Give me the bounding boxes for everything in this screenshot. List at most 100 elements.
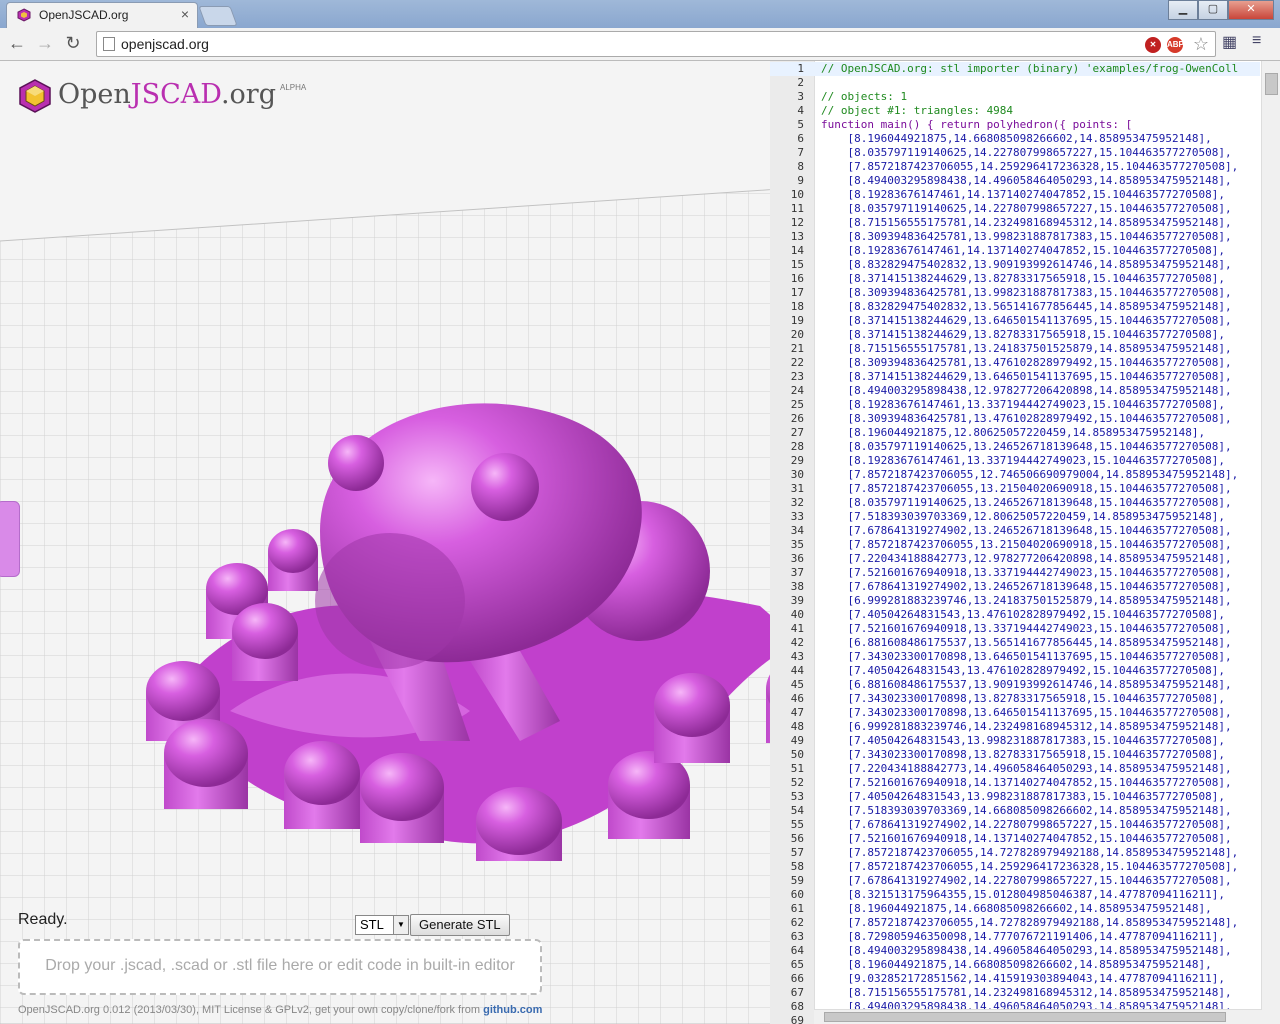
dropzone-text: Drop your .jscad, .scad or .stl file her…	[45, 957, 515, 974]
generate-stl-button[interactable]: Generate STL	[410, 914, 510, 936]
code-line[interactable]: 44 [7.40504264831543,13.476102828979492,…	[770, 664, 1260, 678]
viewer-canvas[interactable]	[0, 61, 770, 1024]
code-line[interactable]: 32 [8.035797119140625,13.246526718139648…	[770, 496, 1260, 510]
code-line[interactable]: 21 [8.715156555175781,13.241837501525879…	[770, 342, 1260, 356]
openjscad-logo[interactable]: OpenJSCAD.org ALPHA	[18, 79, 306, 113]
code-line[interactable]: 26 [8.309394836425781,13.476102828979492…	[770, 412, 1260, 426]
scroll-thumb-h[interactable]	[824, 1012, 1226, 1022]
code-line[interactable]: 61 [8.196044921875,14.668085098266602,14…	[770, 902, 1260, 916]
code-line[interactable]: 11 [8.035797119140625,14.227807998657227…	[770, 202, 1260, 216]
code-line[interactable]: 29 [8.19283676147461,13.337194442749023,…	[770, 454, 1260, 468]
minimize-button[interactable]: ▁	[1168, 0, 1198, 20]
scroll-thumb[interactable]	[1265, 73, 1278, 95]
line-number: 60	[790, 888, 804, 901]
code-line[interactable]: 37 [7.521601676940918,13.337194442749023…	[770, 566, 1260, 580]
github-link[interactable]: github.com	[483, 1004, 542, 1016]
code-editor[interactable]: 1 // OpenJSCAD.org: stl importer (binary)…	[770, 61, 1280, 1024]
code-line[interactable]: 4 // object #1: triangles: 4984	[770, 104, 1260, 118]
editor-vertical-scrollbar[interactable]	[1261, 61, 1280, 1024]
code-line[interactable]: 47 [7.343023300170898,13.646501541137695…	[770, 706, 1260, 720]
code-line[interactable]: 64 [8.494003295898438,14.496058464050293…	[770, 944, 1260, 958]
code-line[interactable]: 19 [8.371415138244629,13.646501541137695…	[770, 314, 1260, 328]
menu-icon[interactable]: ≡	[1252, 32, 1261, 50]
code-line[interactable]: 17 [8.309394836425781,13.998231887817383…	[770, 286, 1260, 300]
code-line[interactable]: 41 [7.521601676940918,13.337194442749023…	[770, 622, 1260, 636]
code-text: [8.196044921875,12.80625057220459,14.858…	[821, 426, 1206, 439]
code-line[interactable]: 20 [8.371415138244629,13.82783317565918,…	[770, 328, 1260, 342]
viewer-panel[interactable]: OpenJSCAD.org ALPHA Ready. STL ▼ Generat…	[0, 61, 770, 1024]
forward-arrow-icon[interactable]: →	[34, 32, 56, 54]
code-line[interactable]: 9 [8.494003295898438,14.496058464050293,…	[770, 174, 1260, 188]
code-line[interactable]: 16 [8.371415138244629,13.82783317565918,…	[770, 272, 1260, 286]
code-line[interactable]: 60 [8.321513175964355,15.012804985046387…	[770, 888, 1260, 902]
code-line[interactable]: 24 [8.494003295898438,12.978277206420898…	[770, 384, 1260, 398]
code-text: [8.196044921875,14.668085098266602,14.85…	[821, 902, 1212, 915]
code-line[interactable]: 14 [8.19283676147461,14.137140274047852,…	[770, 244, 1260, 258]
close-window-button[interactable]: ✕	[1228, 0, 1274, 20]
code-line[interactable]: 15 [8.832829475402832,13.909193992614746…	[770, 258, 1260, 272]
code-line[interactable]: 35 [7.8572187423706055,13.21504020690918…	[770, 538, 1260, 552]
code-line[interactable]: 66 [9.032852172851562,14.415919303894043…	[770, 972, 1260, 986]
code-line[interactable]: 39 [6.999281883239746,13.241837501525879…	[770, 594, 1260, 608]
adblock-icon[interactable]: ABP	[1167, 37, 1184, 53]
code-line[interactable]: 54 [7.518393039703369,14.668085098266602…	[770, 804, 1260, 818]
browser-tab[interactable]: OpenJSCAD.org ×	[6, 2, 198, 29]
code-line[interactable]: 55 [7.678641319274902,14.227807998657227…	[770, 818, 1260, 832]
code-line[interactable]: 3 // objects: 1	[770, 90, 1260, 104]
code-line[interactable]: 51 [7.220434188842773,14.496058464050293…	[770, 762, 1260, 776]
code-line[interactable]: 46 [7.343023300170898,13.82783317565918,…	[770, 692, 1260, 706]
code-line[interactable]: 40 [7.40504264831543,13.476102828979492,…	[770, 608, 1260, 622]
code-line[interactable]: 36 [7.220434188842773,12.978277206420898…	[770, 552, 1260, 566]
code-line[interactable]: 34 [7.678641319274902,13.246526718139648…	[770, 524, 1260, 538]
bookmark-star-icon[interactable]: ☆	[1193, 34, 1209, 55]
code-line[interactable]: 7 [8.035797119140625,14.227807998657227,…	[770, 146, 1260, 160]
back-arrow-icon[interactable]: ←	[6, 32, 28, 54]
code-line[interactable]: 22 [8.309394836425781,13.476102828979492…	[770, 356, 1260, 370]
code-line[interactable]: 57 [7.8572187423706055,14.72782897949218…	[770, 846, 1260, 860]
format-select[interactable]: STL ▼	[355, 915, 409, 935]
line-number: 50	[790, 748, 804, 761]
code-line[interactable]: 48 [6.999281883239746,14.232498168945312…	[770, 720, 1260, 734]
reload-icon[interactable]: ↻	[62, 32, 84, 54]
code-line[interactable]: 43 [7.343023300170898,13.646501541137695…	[770, 650, 1260, 664]
new-tab-button[interactable]	[198, 6, 238, 26]
code-line[interactable]: 59 [7.678641319274902,14.227807998657227…	[770, 874, 1260, 888]
code-line[interactable]: 42 [6.881608486175537,13.565141677856445…	[770, 636, 1260, 650]
code-line[interactable]: 62 [7.8572187423706055,14.72782897949218…	[770, 916, 1260, 930]
code-line[interactable]: 12 [8.715156555175781,14.232498168945312…	[770, 216, 1260, 230]
code-line[interactable]: 1 // OpenJSCAD.org: stl importer (binary)…	[770, 62, 1260, 76]
apps-grid-icon[interactable]: ▦	[1222, 32, 1237, 52]
tab-close-icon[interactable]: ×	[181, 6, 189, 22]
code-line[interactable]: 10 [8.19283676147461,14.137140274047852,…	[770, 188, 1260, 202]
file-dropzone[interactable]: Drop your .jscad, .scad or .stl file her…	[18, 939, 542, 995]
code-line[interactable]: 27 [8.196044921875,12.80625057220459,14.…	[770, 426, 1260, 440]
code-line[interactable]: 25 [8.19283676147461,13.337194442749023,…	[770, 398, 1260, 412]
code-line[interactable]: 63 [8.729805946350098,14.777076721191406…	[770, 930, 1260, 944]
code-line[interactable]: 45 [6.881608486175537,13.909193992614746…	[770, 678, 1260, 692]
code-line[interactable]: 31 [7.8572187423706055,13.21504020690918…	[770, 482, 1260, 496]
code-line[interactable]: 52 [7.521601676940918,14.137140274047852…	[770, 776, 1260, 790]
code-line[interactable]: 23 [8.371415138244629,13.646501541137695…	[770, 370, 1260, 384]
code-line[interactable]: 50 [7.343023300170898,13.82783317565918,…	[770, 748, 1260, 762]
code-line[interactable]: 5 function main() { return polyhedron({ p…	[770, 118, 1260, 132]
code-line[interactable]: 2	[770, 76, 1260, 90]
code-line[interactable]: 53 [7.40504264831543,13.998231887817383,…	[770, 790, 1260, 804]
maximize-button[interactable]: ▢	[1198, 0, 1228, 20]
address-bar[interactable]: openjscad.org ✕ ABP ☆	[96, 31, 1216, 57]
code-line[interactable]: 49 [7.40504264831543,13.998231887817383,…	[770, 734, 1260, 748]
side-panel-toggle[interactable]	[0, 501, 20, 577]
code-line[interactable]: 67 [8.715156555175781,14.232498168945312…	[770, 986, 1260, 1000]
code-line[interactable]: 8 [7.8572187423706055,14.259296417236328…	[770, 160, 1260, 174]
code-line[interactable]: 38 [7.678641319274902,13.246526718139648…	[770, 580, 1260, 594]
code-line[interactable]: 30 [7.8572187423706055,12.74650669097900…	[770, 468, 1260, 482]
code-line[interactable]: 6 [8.196044921875,14.668085098266602,14.…	[770, 132, 1260, 146]
code-line[interactable]: 65 [8.196044921875,14.668085098266602,14…	[770, 958, 1260, 972]
code-line[interactable]: 28 [8.035797119140625,13.246526718139648…	[770, 440, 1260, 454]
code-line[interactable]: 56 [7.521601676940918,14.137140274047852…	[770, 832, 1260, 846]
editor-horizontal-scrollbar[interactable]	[814, 1009, 1262, 1024]
code-line[interactable]: 13 [8.309394836425781,13.998231887817383…	[770, 230, 1260, 244]
code-line[interactable]: 58 [7.8572187423706055,14.25929641723632…	[770, 860, 1260, 874]
extension-stop-icon[interactable]: ✕	[1145, 37, 1161, 53]
code-line[interactable]: 18 [8.832829475402832,13.565141677856445…	[770, 300, 1260, 314]
code-line[interactable]: 33 [7.518393039703369,12.80625057220459,…	[770, 510, 1260, 524]
